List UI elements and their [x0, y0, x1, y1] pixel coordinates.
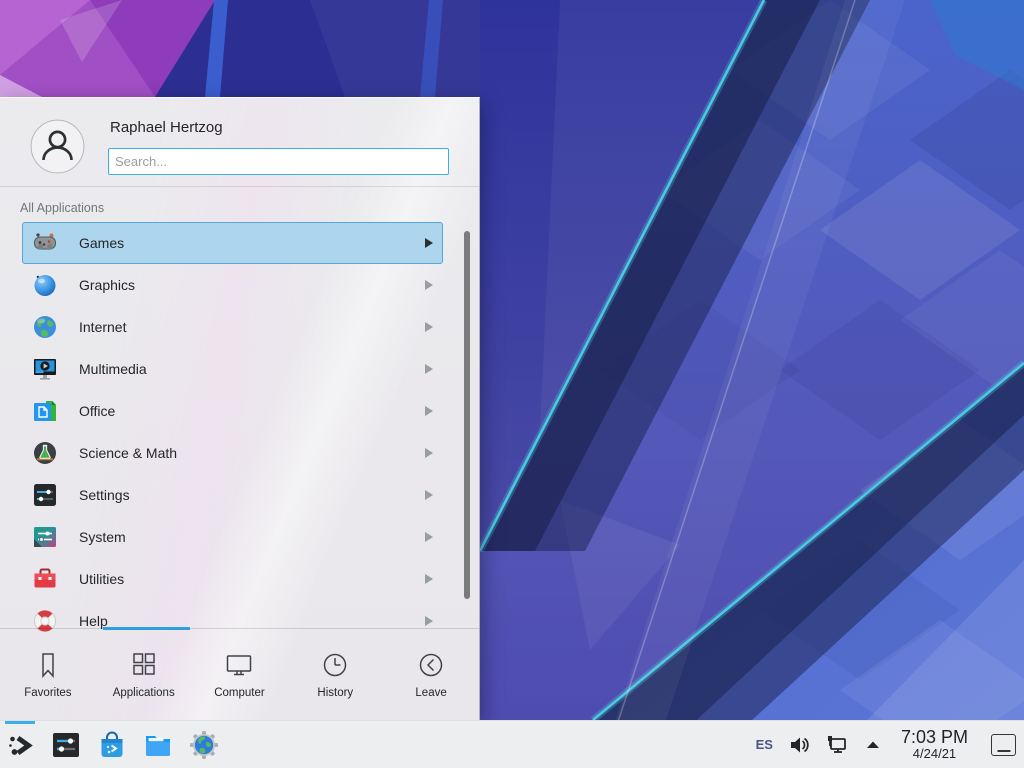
- category-games[interactable]: Games: [22, 222, 443, 264]
- category-label: Graphics: [79, 277, 135, 293]
- bookmark-icon: [33, 650, 63, 680]
- show-desktop-button[interactable]: [991, 734, 1016, 756]
- tab-computer[interactable]: Computer: [192, 629, 288, 720]
- category-science-math[interactable]: Science & Math: [22, 432, 443, 474]
- system-sliders-icon: [32, 524, 58, 550]
- category-label: Utilities: [79, 571, 124, 587]
- category-office[interactable]: Office: [22, 390, 443, 432]
- tab-leave[interactable]: Leave: [383, 629, 479, 720]
- tab-label: History: [317, 687, 353, 699]
- taskbar: ES 7:03 PM 4/24/21: [0, 720, 1024, 768]
- monitor-icon: [224, 650, 254, 680]
- sliders-icon: [32, 482, 58, 508]
- category-graphics[interactable]: Graphics: [22, 264, 443, 306]
- gamepad-icon: [32, 230, 58, 256]
- tab-favorites[interactable]: Favorites: [0, 629, 96, 720]
- toolbox-icon: [32, 566, 58, 592]
- category-multimedia[interactable]: Multimedia: [22, 348, 443, 390]
- tab-label: Leave: [415, 687, 446, 699]
- submenu-arrow-icon: [425, 490, 433, 500]
- dolphin-folder-icon: [142, 729, 174, 761]
- desktop: Raphael Hertzog All Applications Games: [0, 0, 1024, 768]
- globe-icon: [32, 314, 58, 340]
- clock-time: 7:03 PM: [901, 728, 968, 747]
- category-label: Multimedia: [79, 361, 147, 377]
- category-label: Science & Math: [79, 445, 177, 461]
- flask-icon: [32, 440, 58, 466]
- taskbar-dolphin[interactable]: [138, 721, 178, 768]
- monitor-play-icon: [32, 356, 58, 382]
- launcher-tabbar: Favorites Applications Compute: [0, 628, 479, 720]
- user-avatar-icon[interactable]: [30, 119, 85, 174]
- show-desktop-glyph: [997, 750, 1010, 752]
- submenu-arrow-icon: [425, 364, 433, 374]
- taskbar-discover[interactable]: [92, 721, 132, 768]
- active-tab-indicator: [103, 627, 190, 630]
- application-launcher-menu: Raphael Hertzog All Applications Games: [0, 97, 480, 720]
- keyboard-layout-indicator[interactable]: ES: [756, 737, 773, 752]
- launcher-active-indicator: [5, 721, 35, 724]
- kde-launcher-icon: [5, 730, 35, 760]
- clock-icon: [320, 650, 350, 680]
- category-utilities[interactable]: Utilities: [22, 558, 443, 600]
- category-label: Games: [79, 235, 124, 251]
- user-name: Raphael Hertzog: [110, 119, 223, 136]
- category-label: Internet: [79, 319, 126, 335]
- konqueror-globe-icon: [188, 729, 220, 761]
- header-separator: [0, 186, 479, 187]
- wired-network-icon[interactable]: [825, 733, 849, 757]
- submenu-arrow-icon: [425, 532, 433, 542]
- taskbar-konqueror[interactable]: [184, 721, 224, 768]
- category-internet[interactable]: Internet: [22, 306, 443, 348]
- application-launcher-button[interactable]: [0, 721, 40, 768]
- submenu-arrow-icon: [425, 322, 433, 332]
- category-list: Games Graphics: [0, 222, 479, 642]
- tab-label: Computer: [214, 687, 265, 699]
- submenu-arrow-icon: [425, 448, 433, 458]
- category-label: Settings: [79, 487, 130, 503]
- tab-label: Applications: [113, 687, 175, 699]
- system-settings-icon: [50, 729, 82, 761]
- tab-label: Favorites: [24, 687, 71, 699]
- search-input[interactable]: [108, 148, 449, 175]
- submenu-arrow-icon: [425, 616, 433, 626]
- grid-icon: [129, 650, 159, 680]
- category-label: Office: [79, 403, 115, 419]
- logout-circle-icon: [416, 650, 446, 680]
- discover-icon: [96, 729, 128, 761]
- volume-icon[interactable]: [788, 734, 810, 756]
- submenu-arrow-icon: [425, 406, 433, 416]
- system-tray: ES 7:03 PM 4/24/21: [756, 728, 1024, 761]
- submenu-arrow-icon: [425, 238, 433, 248]
- submenu-arrow-icon: [425, 574, 433, 584]
- launcher-header: Raphael Hertzog: [0, 98, 479, 186]
- section-label: All Applications: [20, 201, 104, 215]
- expand-caret-icon[interactable]: [864, 736, 882, 754]
- category-system[interactable]: System: [22, 516, 443, 558]
- documents-icon: [32, 398, 58, 424]
- clock-date: 4/24/21: [913, 747, 956, 761]
- taskbar-system-settings[interactable]: [46, 721, 86, 768]
- blue-sphere-icon: [32, 272, 58, 298]
- category-settings[interactable]: Settings: [22, 474, 443, 516]
- list-scrollbar[interactable]: [464, 231, 470, 599]
- submenu-arrow-icon: [425, 280, 433, 290]
- digital-clock[interactable]: 7:03 PM 4/24/21: [897, 728, 972, 761]
- tab-applications[interactable]: Applications: [96, 629, 192, 720]
- category-label: System: [79, 529, 126, 545]
- tab-history[interactable]: History: [287, 629, 383, 720]
